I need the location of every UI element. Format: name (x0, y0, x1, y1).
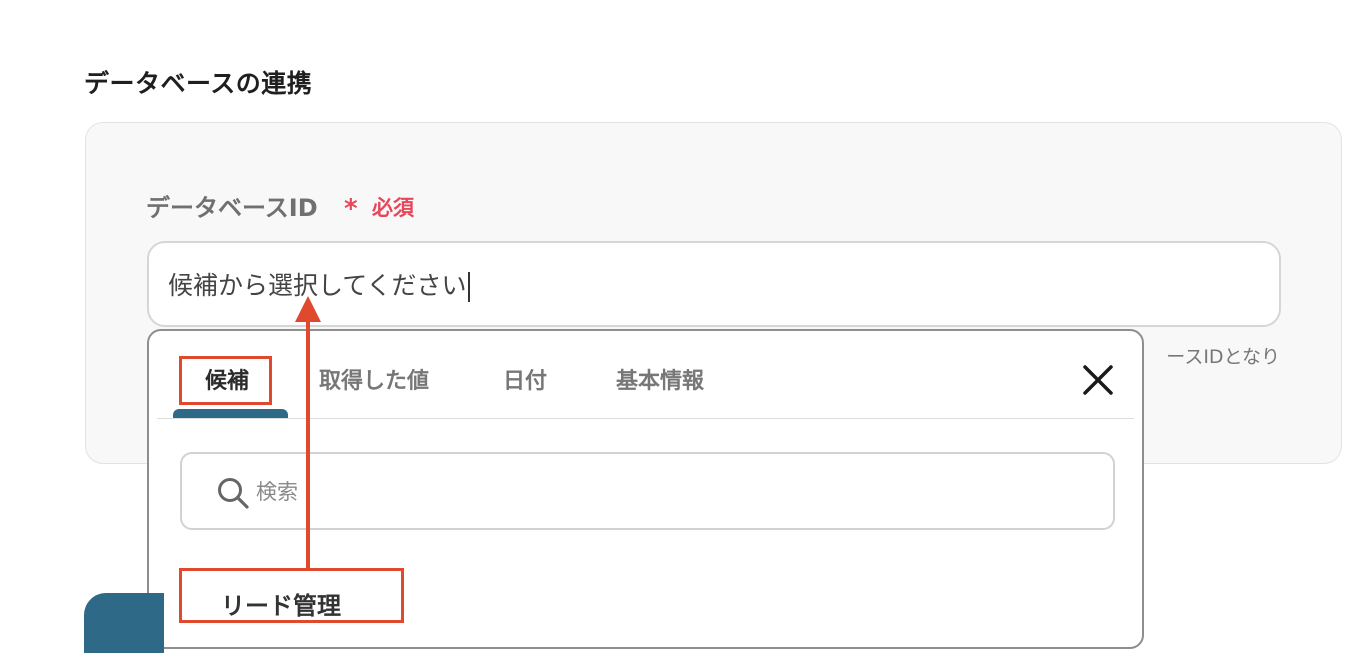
text-caret (467, 272, 470, 302)
field-label: データベースID (146, 194, 318, 222)
search-input[interactable] (254, 470, 1098, 514)
popup-tabs: 候補 取得した値 日付 基本情報 (149, 331, 1142, 419)
database-id-input-value: 候補から選択してください (168, 266, 470, 302)
required-asterisk: * (344, 194, 358, 224)
helper-text: ースIDとなり (1166, 346, 1280, 368)
next-button-partial[interactable] (84, 593, 164, 653)
highlight-box-tab (179, 356, 272, 405)
highlight-box-item (179, 568, 404, 623)
close-icon (1083, 365, 1113, 395)
tab-retrieved-values[interactable]: 取得した値 (319, 363, 429, 395)
search-icon (218, 478, 249, 509)
close-button[interactable] (1079, 361, 1117, 399)
tab-basic-info[interactable]: 基本情報 (616, 363, 704, 395)
required-badge: 必須 (372, 196, 414, 220)
tab-date[interactable]: 日付 (503, 363, 547, 395)
search-box (180, 452, 1115, 530)
tab-divider (157, 418, 1134, 419)
section-title: データベースの連携 (84, 69, 313, 98)
